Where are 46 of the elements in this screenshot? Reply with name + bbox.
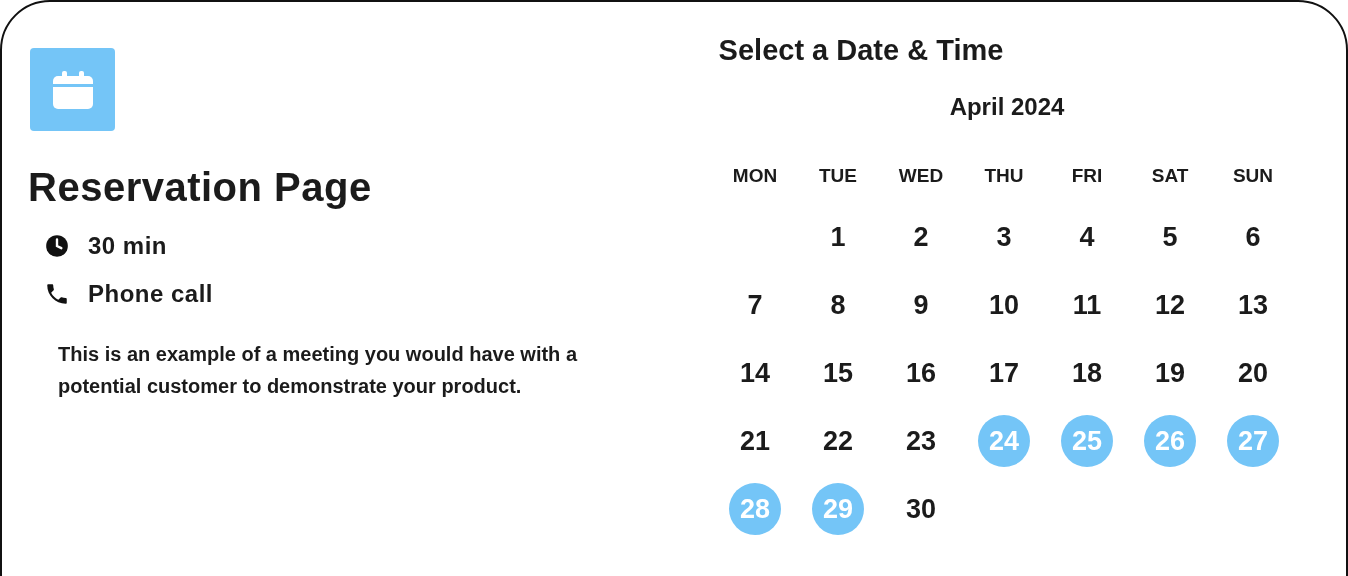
- detail-text: 30 min: [88, 232, 168, 260]
- calendar-day: 7: [729, 279, 781, 331]
- weekday-label: FRI: [1070, 165, 1104, 188]
- calendar-day: 22: [812, 415, 864, 467]
- weekday-label: MON: [731, 165, 779, 188]
- calendar-day: 15: [812, 347, 864, 399]
- phone-icon: [44, 281, 70, 307]
- available-day[interactable]: 28: [729, 483, 781, 535]
- calendar-day: 16: [895, 347, 947, 399]
- weekday-label: TUE: [818, 165, 858, 188]
- calendar-day: 10: [978, 279, 1030, 331]
- page-title: Reservation Page: [28, 165, 373, 210]
- clock-icon: [44, 233, 70, 259]
- month-label: April 2024: [949, 93, 1065, 121]
- calendar-day: 2: [895, 211, 947, 263]
- available-day[interactable]: 29: [812, 483, 864, 535]
- weekday-label: SUN: [1231, 165, 1275, 188]
- calendar-day: 12: [1144, 279, 1196, 331]
- calendar-title: Select a Date & Time: [718, 34, 1004, 67]
- calendar-day: 13: [1227, 279, 1279, 331]
- calendar-day: 4: [1061, 211, 1113, 263]
- calendar-day: 9: [895, 279, 947, 331]
- calendar-day: 30: [895, 483, 947, 535]
- weekday-label: THU: [983, 165, 1025, 188]
- weekday-label: SAT: [1150, 165, 1190, 188]
- calendar-day: 18: [1061, 347, 1113, 399]
- weekday-label: WED: [897, 165, 945, 188]
- detail-text: Phone call: [88, 280, 214, 308]
- available-day[interactable]: 25: [1061, 415, 1113, 467]
- calendar-day: 19: [1144, 347, 1196, 399]
- calendar-day: 21: [729, 415, 781, 467]
- calendar-day: 1: [812, 211, 864, 263]
- description: This is an example of a meeting you would have with a potential customer to demonstrate your product.: [58, 342, 579, 399]
- calendar-day: 3: [978, 211, 1030, 263]
- calendar-icon: [51, 69, 94, 110]
- calendar-day: 17: [978, 347, 1030, 399]
- available-day[interactable]: 26: [1144, 415, 1196, 467]
- calendar-day: 6: [1227, 211, 1279, 263]
- calendar-day: 11: [1061, 279, 1113, 331]
- calendar-day: 8: [812, 279, 864, 331]
- calendar-day: 20: [1227, 347, 1279, 399]
- calendar-day: 14: [729, 347, 781, 399]
- available-day[interactable]: 27: [1227, 415, 1279, 467]
- calendar-day: 23: [895, 415, 947, 467]
- available-day[interactable]: 24: [978, 415, 1030, 467]
- calendar-day: 5: [1144, 211, 1196, 263]
